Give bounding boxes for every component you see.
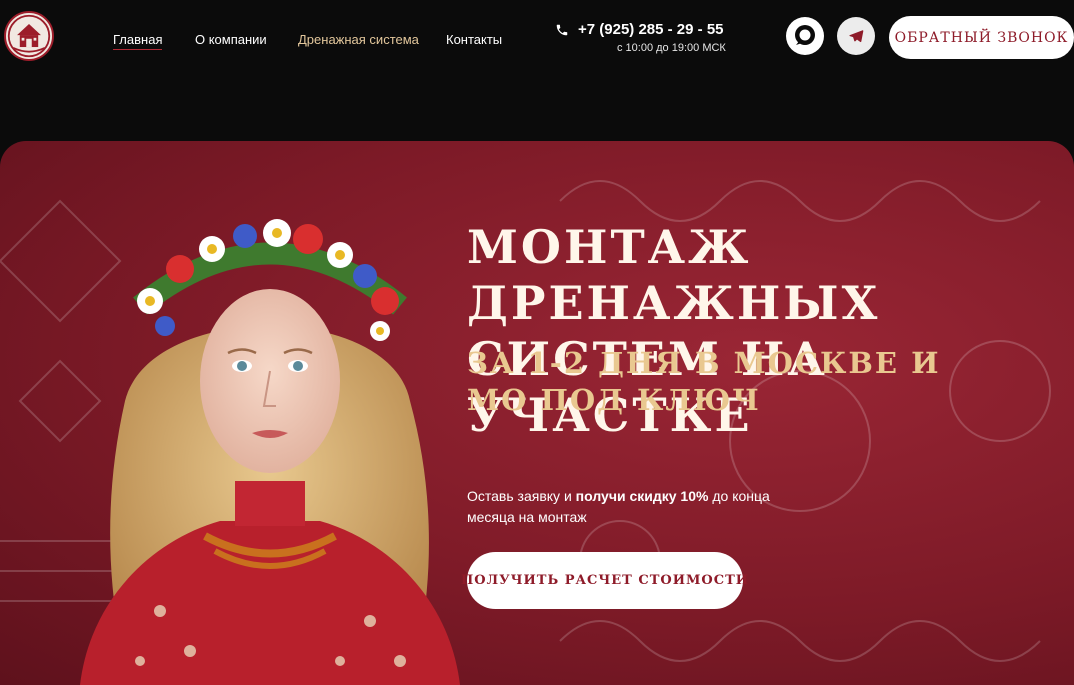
nav-item-about[interactable]: О компании [195, 32, 267, 47]
nav-item-drainage[interactable]: Дренажная система [298, 32, 419, 47]
offer-discount: получи скидку 10% [575, 488, 709, 504]
get-estimate-button[interactable]: ПОЛУЧИТЬ РАСЧЕТ СТОИМОСТИ [461, 552, 748, 609]
nav-item-contacts[interactable]: Контакты [446, 32, 502, 47]
hero-section: МОНТАЖ ДРЕНАЖНЫХ СИСТЕМ НА УЧАСТКЕ ЗА 1-… [0, 141, 1074, 685]
telegram-icon [849, 30, 864, 43]
working-hours: с 10:00 до 19:00 МСК [617, 42, 726, 54]
hero-offer-text: Оставь заявку и получи скидку 10% до кон… [467, 486, 807, 528]
telegram-button[interactable] [837, 17, 875, 55]
nav-item-home[interactable]: Главная [113, 32, 163, 50]
chat-button[interactable] [786, 17, 824, 55]
hero-portrait-image [80, 219, 460, 685]
phone-icon [556, 24, 568, 36]
site-header: Главная О компании Дренажная система Кон… [0, 0, 1074, 80]
phone-number[interactable]: +7 (925) 285 - 29 - 55 [578, 21, 724, 38]
callback-button[interactable]: ОБРАТНЫЙ ЗВОНОК [889, 16, 1074, 59]
offer-text-start: Оставь заявку и [467, 488, 576, 504]
company-logo[interactable] [4, 11, 54, 61]
chat-bubble-icon [795, 25, 815, 45]
hero-subtitle: ЗА 1-2 ДНЯ В МОСКВЕ И МО ПОД КЛЮЧ [467, 346, 941, 417]
